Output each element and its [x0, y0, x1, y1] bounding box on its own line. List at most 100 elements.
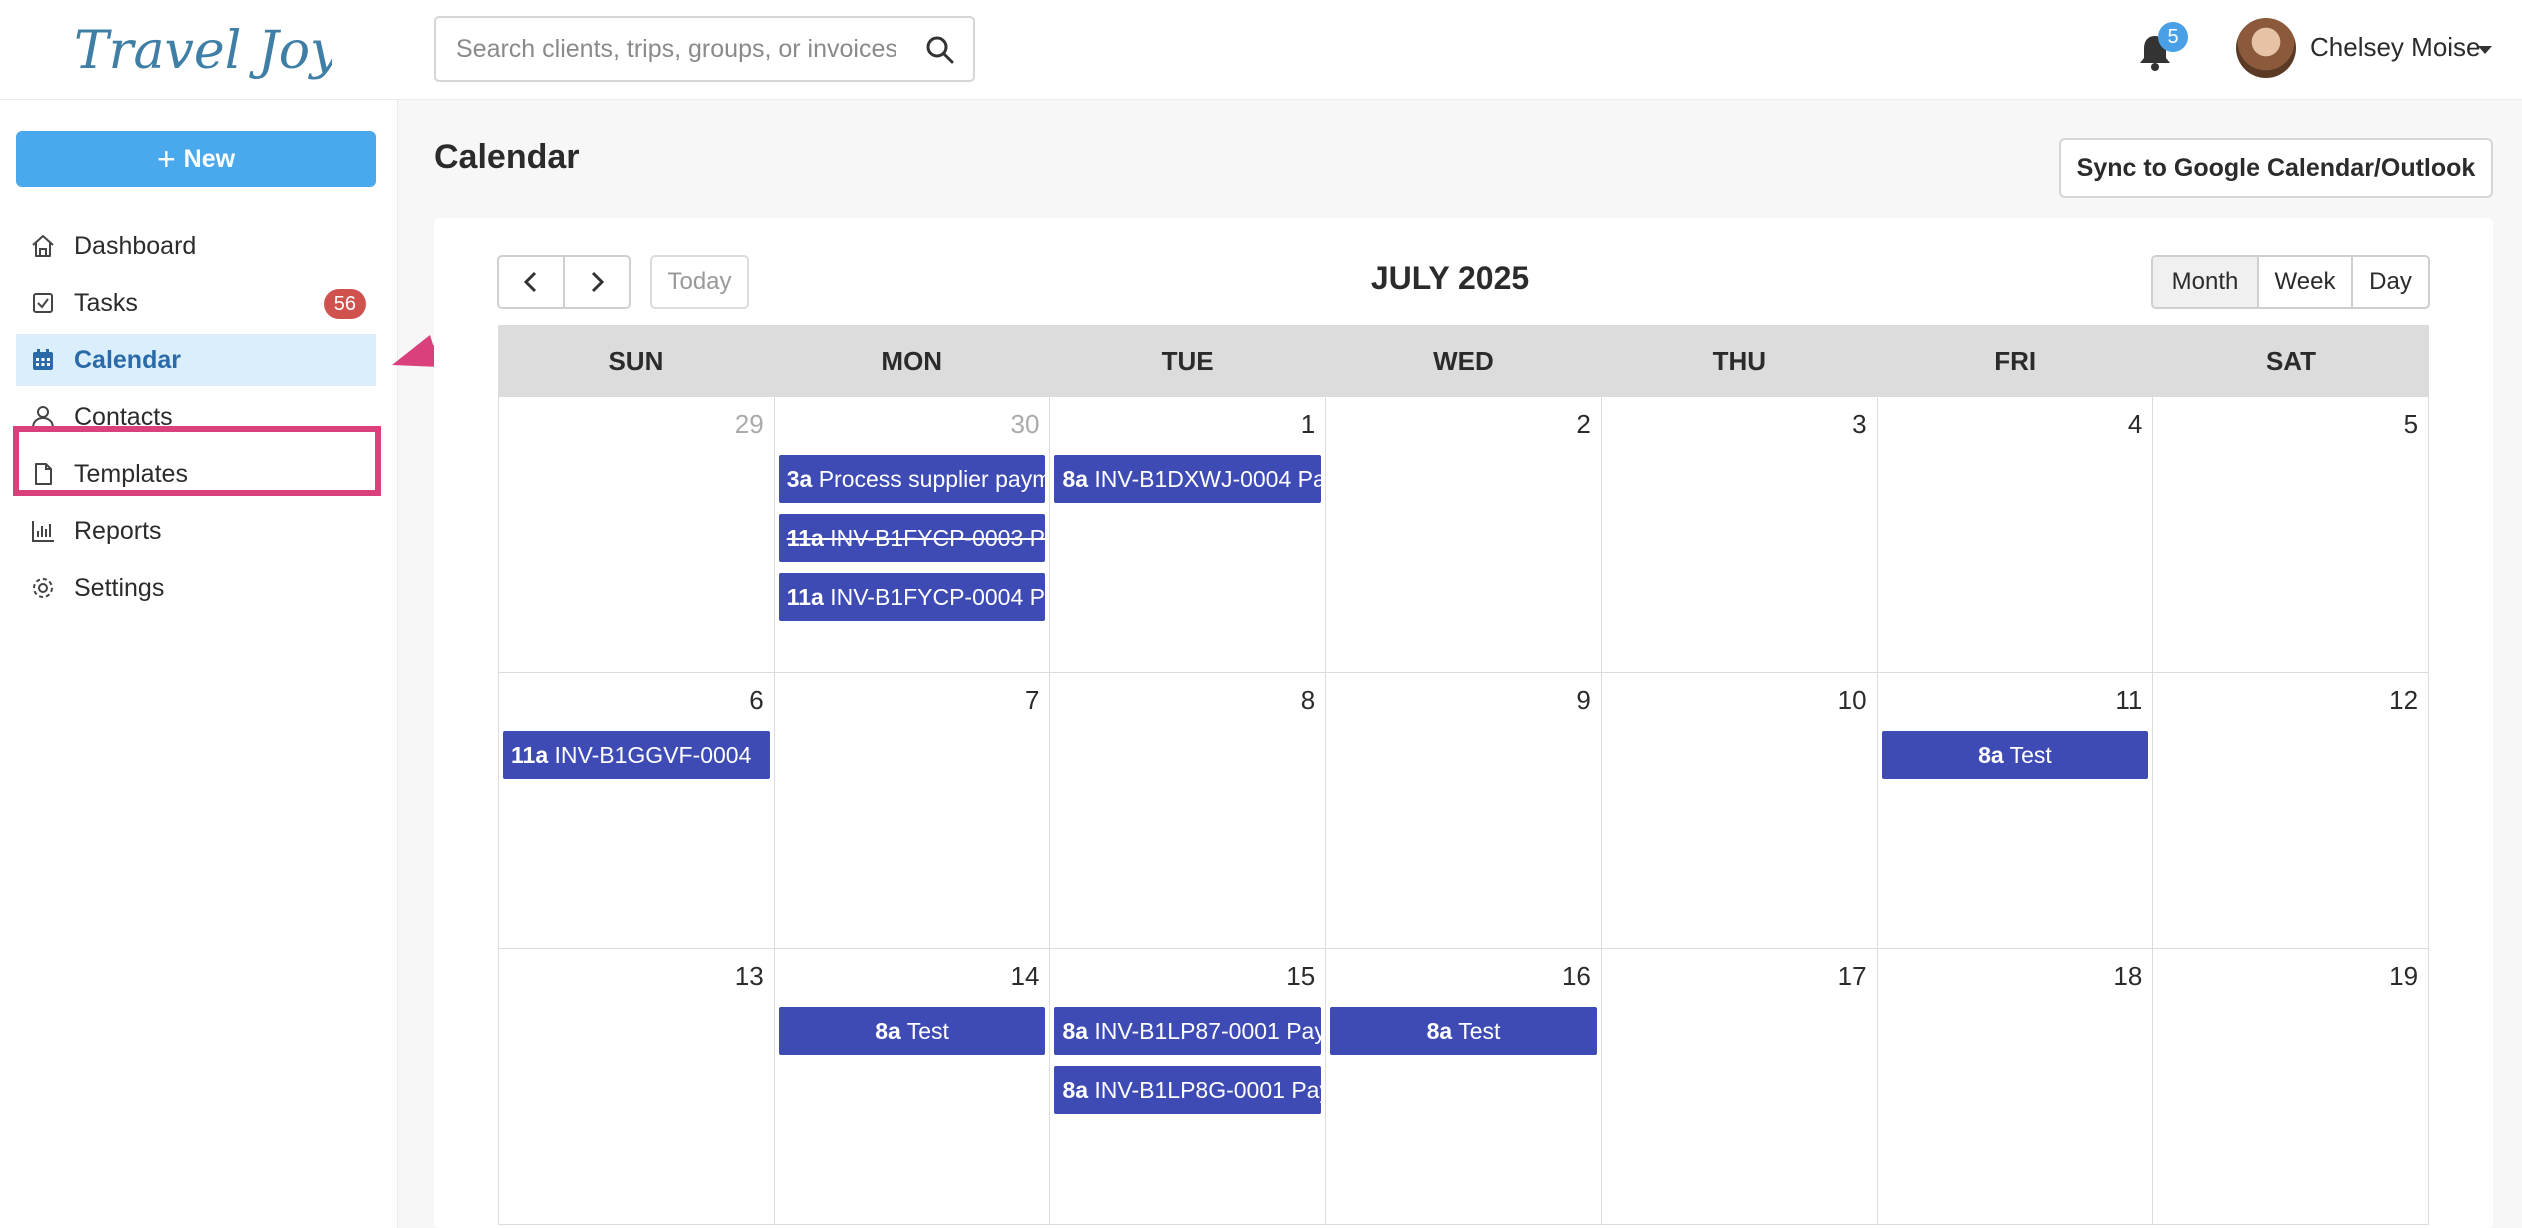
weekday-label: SAT: [2265, 345, 2317, 376]
sync-calendar-button[interactable]: Sync to Google Calendar/Outlook: [2059, 138, 2493, 198]
event-time: 8a: [1062, 1018, 1089, 1044]
day-number[interactable]: 1: [1301, 409, 1315, 440]
chevron-down-icon[interactable]: [2478, 46, 2492, 54]
weekday-label: FRI: [1994, 345, 2037, 376]
calendar-day-cell[interactable]: 29: [499, 397, 775, 673]
calendar-day-cell[interactable]: 11 8a Test: [1877, 673, 2154, 949]
sidebar-item-label: Tasks: [74, 288, 138, 317]
calendar-event[interactable]: 8a Test: [778, 1007, 1046, 1055]
calendar-event[interactable]: 11a INV-B1GGVF-0004: [503, 731, 770, 779]
day-number[interactable]: 14: [1011, 961, 1040, 992]
sidebar-item-label: Dashboard: [74, 231, 197, 260]
day-number[interactable]: 15: [1286, 961, 1315, 992]
event-title: Test: [2009, 742, 2052, 768]
calendar-grid: SUN MON TUE WED THU FRI SAT 29 30 3a Proce…: [498, 325, 2430, 1225]
calendar-day-cell[interactable]: 18: [1877, 949, 2154, 1225]
week-view-button[interactable]: Week: [2257, 257, 2351, 307]
sidebar-item-reports[interactable]: Reports: [16, 505, 376, 557]
event-time: 11a: [786, 584, 824, 610]
search-icon[interactable]: [925, 35, 955, 65]
sidebar-item-tasks[interactable]: Tasks 56: [16, 277, 376, 329]
calendar-day-cell[interactable]: 12: [2153, 673, 2430, 949]
calendar-event[interactable]: 8a INV-B1DXWJ-0004 Payment: [1054, 455, 1322, 503]
sidebar-item-label: Reports: [74, 516, 162, 545]
day-number[interactable]: 4: [2128, 409, 2142, 440]
calendar-day-cell[interactable]: 14 8a Test: [774, 949, 1051, 1225]
calendar-day-cell[interactable]: 5: [2153, 397, 2430, 673]
event-time: 8a: [1062, 466, 1089, 492]
day-number[interactable]: 16: [1562, 961, 1591, 992]
event-time: 3a: [786, 466, 813, 492]
day-number[interactable]: 11: [2115, 685, 2142, 716]
day-number[interactable]: 13: [735, 961, 764, 992]
notification-count-badge: 5: [2158, 22, 2188, 52]
day-number[interactable]: 10: [1838, 685, 1867, 716]
new-button[interactable]: + New: [16, 131, 376, 187]
day-number[interactable]: 19: [2389, 961, 2418, 992]
day-number[interactable]: 3: [1852, 409, 1866, 440]
day-number[interactable]: 17: [1838, 961, 1867, 992]
day-number[interactable]: 18: [2113, 961, 2142, 992]
sidebar-item-calendar[interactable]: Calendar: [16, 334, 376, 386]
day-number[interactable]: 6: [749, 685, 763, 716]
sidebar-item-label: Calendar: [74, 345, 181, 374]
calendar-event[interactable]: 11a INV-B1FYCP-0003 Payment: [778, 514, 1046, 562]
day-number[interactable]: 29: [735, 409, 764, 440]
top-bar: Travel Joy 5 Chelsey Moise: [0, 0, 2522, 100]
day-view-button[interactable]: Day: [2351, 257, 2428, 307]
day-number[interactable]: 12: [2389, 685, 2418, 716]
calendar-event[interactable]: 11a INV-B1FYCP-0004 Payment: [778, 573, 1046, 621]
day-number[interactable]: 2: [1576, 409, 1590, 440]
next-month-button[interactable]: [563, 257, 629, 307]
calendar-day-cell[interactable]: 2: [1326, 397, 1602, 673]
calendar-day-cell[interactable]: 17: [1601, 949, 1878, 1225]
calendar-day-cell[interactable]: 7: [774, 673, 1051, 949]
event-title: INV-B1GGVF-0004: [554, 742, 752, 768]
today-button[interactable]: Today: [650, 255, 749, 309]
calendar-event[interactable]: 8a INV-B1LP87-0001 Payment: [1054, 1007, 1322, 1055]
calendar-week-row: 13148a Test158a INV-B1LP87-0001 Payment8…: [498, 949, 2430, 1225]
day-number[interactable]: 7: [1025, 685, 1039, 716]
calendar-event[interactable]: 8a Test: [1330, 1007, 1597, 1055]
calendar-day-cell[interactable]: 9: [1326, 673, 1602, 949]
calendar-day-cell[interactable]: 19: [2153, 949, 2430, 1225]
calendar-day-cell[interactable]: 158a INV-B1LP87-0001 Payment8a INV-B1LP8…: [1050, 949, 1327, 1225]
calendar-day-cell[interactable]: 1 8a INV-B1DXWJ-0004 Payment: [1050, 397, 1327, 673]
page-title: Calendar: [434, 138, 580, 176]
search-box[interactable]: [434, 16, 975, 82]
sidebar: + New Dashboard Tasks 56 Calendar Contac…: [0, 100, 398, 1228]
day-number[interactable]: 9: [1576, 685, 1590, 716]
event-time: 8a: [875, 1018, 901, 1044]
day-number[interactable]: 8: [1301, 685, 1315, 716]
weekday-label: SUN: [608, 345, 664, 376]
calendar-event[interactable]: 8a INV-B1LP8G-0001 Payment: [1054, 1066, 1322, 1114]
event-title: INV-B1DXWJ-0004 Payment: [1094, 466, 1322, 492]
search-input[interactable]: [456, 28, 896, 70]
month-nav: [497, 255, 631, 309]
calendar-event[interactable]: 8a Test: [1881, 731, 2149, 779]
prev-month-button[interactable]: [499, 257, 563, 307]
weekday-label: WED: [1433, 345, 1494, 376]
calendar-day-cell[interactable]: 4: [1877, 397, 2154, 673]
home-icon: [32, 235, 54, 257]
travel-joy-logo[interactable]: Travel Joy: [70, 8, 332, 92]
gear-icon: [33, 578, 53, 598]
event-title: INV-B1LP87-0001 Payment: [1094, 1018, 1322, 1044]
day-number[interactable]: 30: [1011, 409, 1040, 440]
avatar[interactable]: [2236, 18, 2296, 78]
calendar-day-cell[interactable]: 30 3a Process supplier payment 11a INV-B1F…: [774, 397, 1051, 673]
calendar-event[interactable]: 3a Process supplier payment: [778, 455, 1046, 503]
calendar-day-cell[interactable]: 6 11a INV-B1GGVF-0004: [499, 673, 775, 949]
calendar-day-cell[interactable]: 8: [1050, 673, 1327, 949]
calendar-day-cell[interactable]: 13: [499, 949, 775, 1225]
day-number[interactable]: 5: [2404, 409, 2418, 440]
calendar-week-row: 29 30 3a Process supplier payment 11a INV-B…: [498, 397, 2430, 673]
user-name[interactable]: Chelsey Moise: [2310, 32, 2481, 63]
event-title: Process supplier payment: [818, 466, 1046, 492]
month-view-button[interactable]: Month: [2153, 257, 2257, 307]
calendar-day-cell[interactable]: 16 8a Test: [1326, 949, 1602, 1225]
sidebar-item-dashboard[interactable]: Dashboard: [16, 220, 376, 272]
calendar-day-cell[interactable]: 3: [1601, 397, 1878, 673]
calendar-day-cell[interactable]: 10: [1601, 673, 1878, 949]
sidebar-item-settings[interactable]: Settings: [16, 562, 376, 614]
